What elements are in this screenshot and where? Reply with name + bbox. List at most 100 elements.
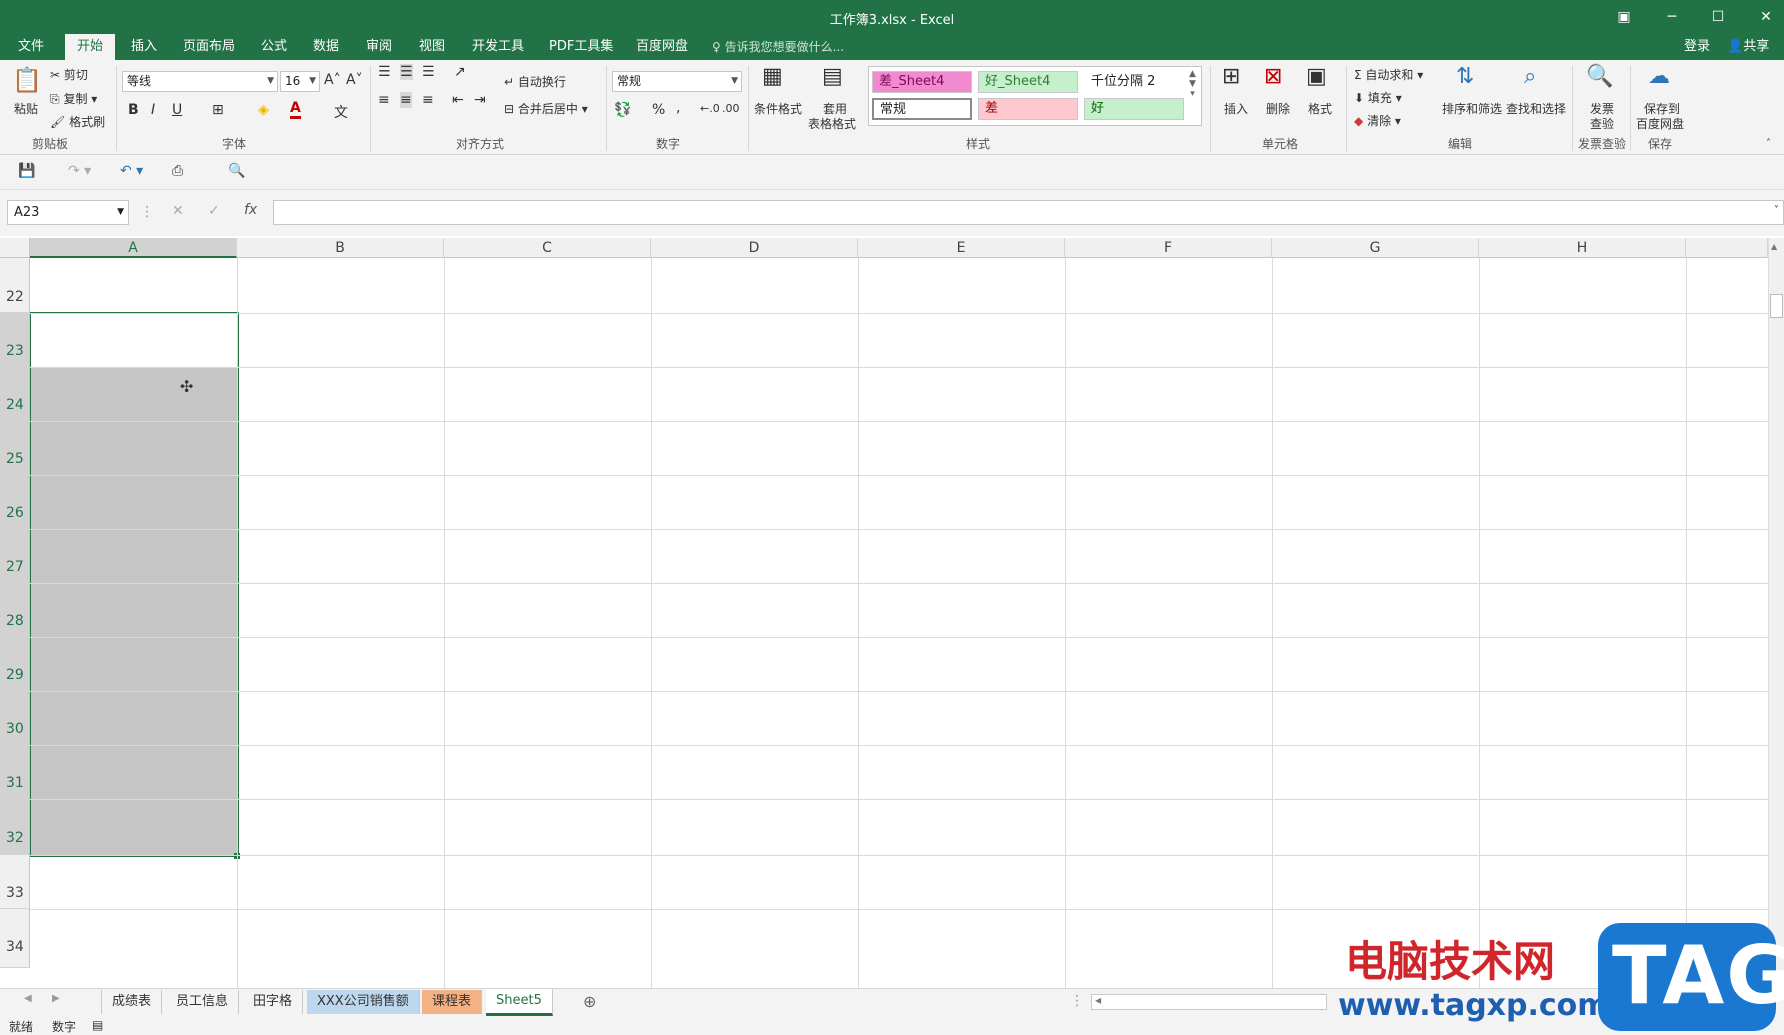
find-select-icon[interactable]: ⌕ <box>1524 64 1536 89</box>
maximize-button[interactable]: ☐ <box>1700 4 1736 30</box>
row-header-23[interactable]: 23 <box>0 313 30 367</box>
table-format-icon[interactable]: ▤ <box>822 64 843 89</box>
macro-record-icon[interactable]: ▤ <box>92 1018 103 1032</box>
align-bottom-icon[interactable]: ☰ <box>422 64 435 80</box>
cut-button[interactable]: ✂ 剪切 <box>50 66 88 83</box>
enter-icon[interactable]: ✓ <box>208 203 220 219</box>
cancel-icon[interactable]: ✕ <box>172 203 184 219</box>
tell-me-box[interactable]: ♀ 告诉我您想要做什么... <box>712 34 844 60</box>
tab-file[interactable]: 文件 <box>18 34 44 60</box>
paste-icon[interactable]: 📋 <box>12 66 42 96</box>
fill-button[interactable]: ⬇ 填充 ▾ <box>1354 89 1402 106</box>
prev-sheet-icon[interactable]: ◀ <box>24 993 32 1004</box>
sort-filter-button[interactable]: 排序和筛选 <box>1442 100 1502 117</box>
column-header-g[interactable]: G <box>1272 238 1479 258</box>
expand-formula-icon[interactable]: ˅ <box>1774 205 1779 216</box>
style-good-sheet4[interactable]: 好_Sheet4 <box>978 71 1078 93</box>
row-header-26[interactable]: 26 <box>0 475 30 529</box>
align-center-icon[interactable]: ≡ <box>400 92 412 108</box>
add-sheet-icon[interactable]: ⊕ <box>583 992 596 1011</box>
conditional-format-button[interactable]: 条件格式 <box>754 100 802 117</box>
font-name-select[interactable]: 等线 ▼ <box>122 71 278 92</box>
style-good[interactable]: 好 <box>1084 98 1184 120</box>
row-header-30[interactable]: 30 <box>0 691 30 745</box>
tab-baidu[interactable]: 百度网盘 <box>636 34 688 60</box>
select-all-corner[interactable] <box>0 238 30 258</box>
decrease-indent-icon[interactable]: ⇤ <box>452 92 464 108</box>
clear-button[interactable]: ◆ 清除 ▾ <box>1354 112 1401 129</box>
phonetic-icon[interactable]: 文 <box>334 102 348 122</box>
close-button[interactable]: ✕ <box>1748 4 1784 30</box>
border-icon[interactable]: ⊞ <box>212 102 224 118</box>
percent-button[interactable]: % <box>652 102 665 118</box>
align-middle-icon[interactable]: ☰ <box>400 64 413 80</box>
style-bad-sheet4[interactable]: 差_Sheet4 <box>872 71 972 93</box>
row-header-29[interactable]: 29 <box>0 637 30 691</box>
number-format-select[interactable]: 常规 ▼ <box>612 71 742 92</box>
vertical-scrollbar[interactable]: ▲ <box>1768 238 1784 988</box>
insert-cells-button[interactable]: 插入 <box>1224 100 1248 117</box>
login-link[interactable]: 登录 <box>1684 34 1710 60</box>
next-sheet-icon[interactable]: ▶ <box>52 993 60 1004</box>
row-header-28[interactable]: 28 <box>0 583 30 637</box>
horizontal-scrollbar[interactable]: ◀ <box>1091 994 1327 1010</box>
scrollbar-thumb[interactable] <box>1770 294 1783 318</box>
invoice-check-icon[interactable]: 🔍 <box>1586 64 1613 89</box>
font-color-icon[interactable]: A <box>290 100 301 119</box>
column-header-f[interactable]: F <box>1065 238 1272 258</box>
row-header-24[interactable]: 24 <box>0 367 30 421</box>
tab-view[interactable]: 视图 <box>419 34 445 60</box>
insert-cells-icon[interactable]: ⊞ <box>1222 64 1240 89</box>
format-painter-button[interactable]: 🖌 格式刷 <box>50 113 105 130</box>
sheet-tab-employees[interactable]: 员工信息 <box>166 990 240 1014</box>
paste-button[interactable]: 粘贴 <box>14 100 38 117</box>
splitter-icon[interactable]: ⋮ <box>1070 993 1084 1009</box>
save-baidu-line2[interactable]: 百度网盘 <box>1636 115 1684 132</box>
sheet-tab-sales[interactable]: XXX公司销售额 <box>307 990 420 1014</box>
wrap-text-button[interactable]: ↵ 自动换行 <box>504 73 566 90</box>
align-left-icon[interactable]: ≡ <box>378 92 390 108</box>
column-header-d[interactable]: D <box>651 238 858 258</box>
delete-cells-button[interactable]: 删除 <box>1266 100 1290 117</box>
redo-icon[interactable]: ↷ ▾ <box>68 163 91 179</box>
tab-developer[interactable]: 开发工具 <box>472 34 524 60</box>
column-header-b[interactable]: B <box>237 238 444 258</box>
delete-cells-icon[interactable]: ⊠ <box>1264 64 1282 89</box>
sheet-tab-grid[interactable]: 田字格 <box>243 990 304 1014</box>
find-select-button[interactable]: 查找和选择 <box>1506 100 1566 117</box>
row-header-31[interactable]: 31 <box>0 745 30 799</box>
table-format-line2[interactable]: 表格格式 <box>808 115 856 132</box>
tab-data[interactable]: 数据 <box>313 34 339 60</box>
baidu-cloud-icon[interactable]: ☁ <box>1648 64 1670 89</box>
sort-filter-icon[interactable]: ⇅ <box>1456 64 1474 89</box>
minimize-button[interactable]: ─ <box>1654 4 1690 30</box>
sheet-tab-sheet5[interactable]: Sheet5 <box>486 989 553 1016</box>
invoice-line2[interactable]: 查验 <box>1590 115 1614 132</box>
sheet-tab-schedule[interactable]: 课程表 <box>422 990 483 1014</box>
increase-font-icon[interactable]: A˄ <box>324 72 341 88</box>
row-header-25[interactable]: 25 <box>0 421 30 475</box>
merge-center-button[interactable]: ⊟ 合并后居中 ▾ <box>504 100 588 117</box>
conditional-format-icon[interactable]: ▦ <box>762 64 783 89</box>
row-header-33[interactable]: 33 <box>0 855 30 909</box>
font-size-select[interactable]: 16 ▼ <box>280 71 320 92</box>
align-right-icon[interactable]: ≡ <box>422 92 434 108</box>
style-thousands-2[interactable]: 千位分隔 2 <box>1084 71 1184 93</box>
name-box[interactable]: A23 ▼ <box>7 200 129 225</box>
formula-input[interactable]: ˅ <box>273 200 1784 225</box>
format-cells-icon[interactable]: ▣ <box>1306 64 1327 89</box>
row-header-32[interactable]: 32 <box>0 799 30 855</box>
zoom-preview-icon[interactable]: 🔍 <box>228 163 245 179</box>
column-header-a[interactable]: A <box>30 238 237 258</box>
scroll-left-icon[interactable]: ◀ <box>1095 996 1101 1005</box>
sheet-tab-scores[interactable]: 成绩表 <box>101 990 163 1014</box>
autosum-button[interactable]: Σ 自动求和 ▾ <box>1354 66 1423 83</box>
tab-review[interactable]: 审阅 <box>366 34 392 60</box>
format-cells-button[interactable]: 格式 <box>1308 100 1332 117</box>
column-header-e[interactable]: E <box>858 238 1065 258</box>
column-header-c[interactable]: C <box>444 238 651 258</box>
ribbon-display-icon[interactable]: ▣ <box>1606 4 1642 30</box>
row-header-34[interactable]: 34 <box>0 909 30 968</box>
increase-decimal-icon[interactable]: ←.0 <box>700 102 720 115</box>
undo-icon[interactable]: ↶ ▾ <box>120 163 143 179</box>
